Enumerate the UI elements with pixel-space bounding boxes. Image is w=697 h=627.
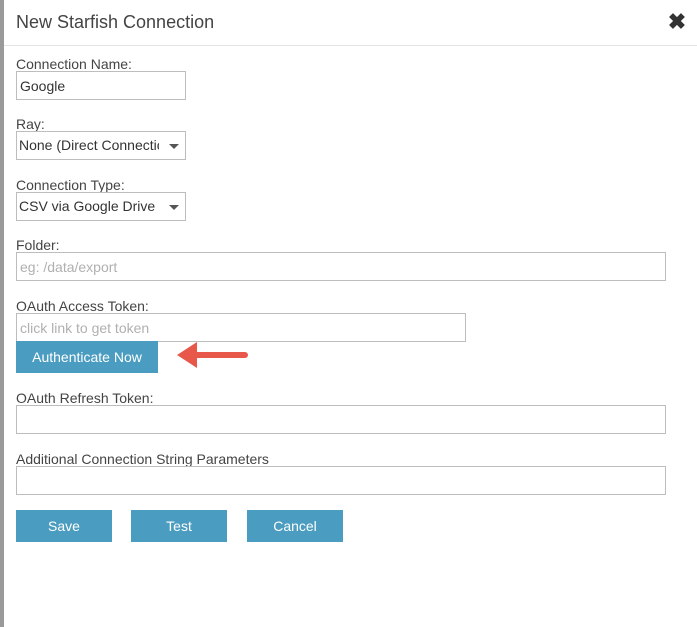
authenticate-now-button[interactable]: Authenticate Now [16, 341, 158, 373]
oauth-refresh-token-label: OAuth Refresh Token: [16, 390, 154, 406]
ray-select[interactable]: None (Direct Connection) [16, 131, 186, 160]
folder-input[interactable] [16, 252, 666, 281]
oauth-access-token-label: OAuth Access Token: [16, 298, 149, 314]
arrow-left-icon [177, 342, 248, 368]
ray-label: Ray: [16, 116, 45, 132]
connection-name-input[interactable] [16, 71, 186, 100]
additional-params-label: Additional Connection String Parameters [16, 451, 269, 467]
connection-type-selected-value: CSV via Google Drive [19, 198, 156, 214]
connection-type-select[interactable]: CSV via Google Drive [16, 192, 186, 221]
close-icon[interactable]: ✖ [667, 10, 687, 34]
additional-params-input[interactable] [16, 466, 666, 495]
dialog-header: New Starfish Connection ✖ [4, 0, 697, 46]
ray-selected-value: None (Direct Connection) [19, 137, 159, 153]
save-button[interactable]: Save [16, 510, 112, 542]
new-connection-dialog: New Starfish Connection ✖ Connection Nam… [4, 0, 697, 627]
chevron-down-icon [169, 205, 179, 210]
cancel-button[interactable]: Cancel [247, 510, 343, 542]
chevron-down-icon [169, 144, 179, 149]
connection-name-label: Connection Name: [16, 56, 132, 72]
dialog-title: New Starfish Connection [16, 12, 215, 32]
connection-type-label: Connection Type: [16, 177, 125, 193]
test-button[interactable]: Test [131, 510, 227, 542]
oauth-refresh-token-input[interactable] [16, 405, 666, 434]
folder-label: Folder: [16, 237, 60, 253]
